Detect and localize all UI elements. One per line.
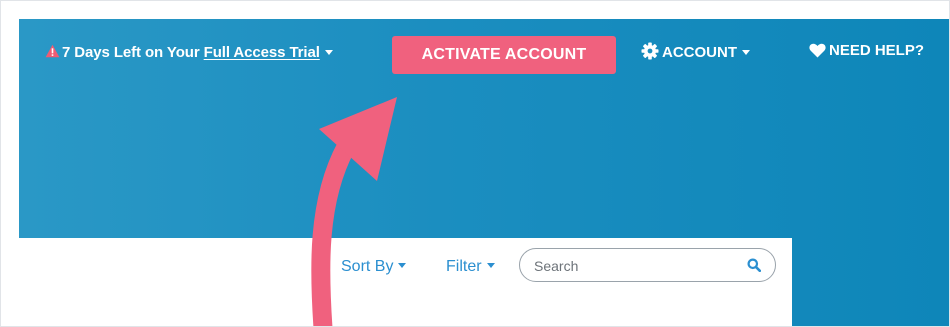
content-panel: Sort By Filter [19,238,792,326]
account-label: ACCOUNT [662,44,737,61]
heart-icon [809,42,829,59]
activate-account-button[interactable]: ACTIVATE ACCOUNT [392,36,616,74]
search-input[interactable] [534,256,724,276]
need-help-menu[interactable]: NEED HELP? [809,42,924,59]
sort-by-label: Sort By [341,258,394,275]
chevron-down-icon [742,49,750,55]
filter-dropdown[interactable]: Filter [446,258,495,276]
search-box [519,248,776,282]
full-access-trial-link[interactable]: Full Access Trial [204,44,320,61]
warning-triangle-icon [45,44,60,62]
chevron-down-icon [398,263,407,269]
trial-notice[interactable]: 7 Days Left on Your Full Access Trial [45,43,333,61]
top-navigation: 7 Days Left on Your Full Access Trial AC… [19,19,949,93]
search-icon[interactable] [747,258,762,277]
hero-banner: 7 Days Left on Your Full Access Trial AC… [19,19,949,326]
account-menu[interactable]: ACCOUNT [641,42,750,61]
sort-by-dropdown[interactable]: Sort By [341,258,407,276]
chevron-down-icon [486,263,495,269]
need-help-label: NEED HELP? [829,42,925,59]
filter-label: Filter [446,258,482,275]
chevron-down-icon [324,49,333,55]
gear-icon [641,42,662,61]
trial-text: 7 Days Left on Your [62,44,200,61]
screenshot-frame: 7 Days Left on Your Full Access Trial AC… [0,0,950,327]
